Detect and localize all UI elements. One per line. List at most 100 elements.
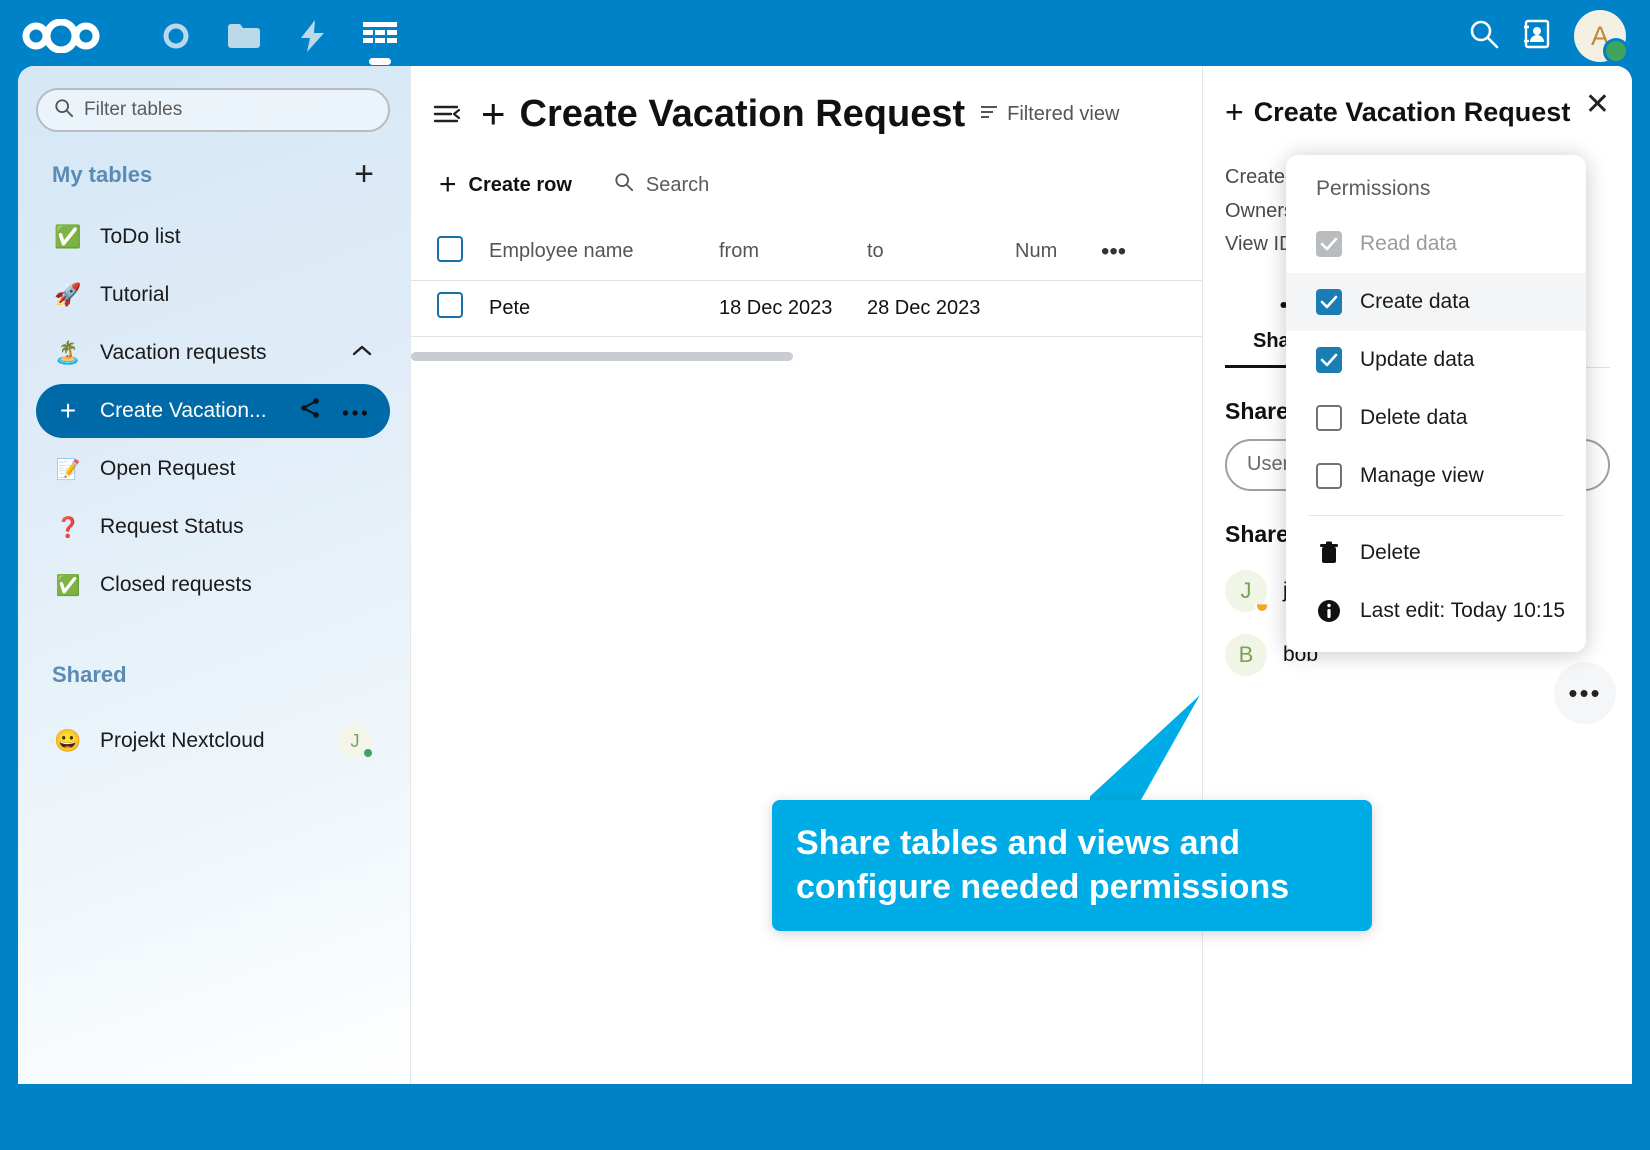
permission-manage-view[interactable]: Manage view — [1286, 447, 1586, 505]
checkbox-checked-icon[interactable] — [1316, 289, 1342, 315]
app-navigation — [142, 3, 414, 69]
details-title-text: Create Vacation Request — [1253, 97, 1571, 127]
data-table: Employee name from to Num ••• Pete 18 De… — [411, 224, 1202, 337]
status-online-dot — [1603, 38, 1629, 64]
permission-label: Read data — [1360, 232, 1457, 255]
sidebar-item-tutorial[interactable]: 🚀 Tutorial — [36, 268, 390, 322]
info-icon — [1316, 599, 1342, 623]
cell-from[interactable]: 18 Dec 2023 — [719, 280, 867, 336]
column-more-options[interactable]: ••• — [1101, 224, 1202, 280]
table-row[interactable]: Pete 18 Dec 2023 28 Dec 2023 — [411, 280, 1202, 336]
permission-label: Manage view — [1360, 464, 1484, 487]
checkbox-unchecked-icon[interactable] — [1316, 463, 1342, 489]
share-more-options-button[interactable]: ••• — [1554, 662, 1616, 724]
column-header-employee-name[interactable]: Employee name — [489, 224, 719, 280]
table-view: + Create Vacation Request Filtered view — [411, 66, 1202, 1084]
my-tables-label: My tables — [52, 162, 153, 187]
permissions-heading: Permissions — [1316, 177, 1431, 200]
column-header-num[interactable]: Num — [1015, 224, 1101, 280]
cell-num[interactable] — [1015, 280, 1101, 336]
search-label: Search — [645, 173, 710, 196]
plus-icon: + — [439, 168, 457, 201]
sidebar-item-create-vacation-request[interactable]: + Create Vacation... — [36, 384, 390, 438]
filter-tables-input[interactable] — [84, 99, 372, 121]
sidebar-item-open-request[interactable]: 📝 Open Request — [36, 442, 390, 496]
app-root: A My tables + ✅ — [0, 0, 1650, 1150]
sidebar-item-projekt-nextcloud[interactable]: 😀 Projekt Nextcloud J — [36, 714, 390, 768]
dashboard-icon[interactable] — [142, 3, 210, 69]
menu-item-last-edit: Last edit: Today 10:15 — [1286, 582, 1586, 640]
cell-employee-name[interactable]: Pete — [489, 280, 719, 336]
chevron-up-icon[interactable] — [352, 344, 372, 362]
nextcloud-logo[interactable] — [22, 19, 100, 53]
status-online-dot — [362, 747, 374, 759]
question-mark-emoji-icon: ❓ — [55, 516, 81, 539]
checkbox-checked-icon[interactable] — [1316, 347, 1342, 373]
filtered-view-badge[interactable]: Filtered view — [979, 103, 1119, 126]
top-bar: A — [0, 0, 1650, 72]
create-row-button[interactable]: + Create row — [439, 168, 572, 202]
activity-icon[interactable] — [278, 3, 346, 69]
callout-line-2: configure needed permissions — [796, 867, 1290, 906]
close-icon[interactable]: ✕ — [1585, 84, 1610, 120]
trash-icon — [1316, 541, 1342, 565]
sidebar-item-label: Closed requests — [100, 573, 252, 596]
permission-label: Update data — [1360, 348, 1475, 371]
menu-item-label: Delete — [1360, 541, 1421, 564]
view-header: + Create Vacation Request Filtered view — [411, 84, 1202, 138]
memo-emoji-icon: 📝 — [55, 458, 81, 481]
checkbox-unchecked-icon[interactable] — [1316, 405, 1342, 431]
plus-icon: + — [481, 90, 506, 137]
row-checkbox[interactable] — [437, 292, 463, 318]
avatar-initial: J — [350, 730, 360, 751]
permission-update-data[interactable]: Update data — [1286, 331, 1586, 389]
sidebar-item-label: Vacation requests — [100, 341, 267, 364]
share-icon[interactable] — [298, 396, 322, 426]
files-icon[interactable] — [210, 3, 278, 69]
shared-header: Shared — [36, 662, 390, 688]
checkbox-checked-disabled-icon — [1316, 231, 1342, 257]
plus-icon: + — [59, 395, 77, 426]
permission-delete-data[interactable]: Delete data — [1286, 389, 1586, 447]
status-away-icon — [1255, 604, 1269, 613]
avatar: B — [1225, 633, 1267, 676]
grinning-face-emoji-icon: 😀 — [54, 728, 82, 753]
search-button[interactable]: Search — [614, 172, 709, 198]
callout-line-1: Share tables and views and — [796, 824, 1241, 862]
permissions-menu: Permissions Read data Create data Update… — [1286, 155, 1586, 652]
sidebar-item-vacation-requests[interactable]: 🏝️ Vacation requests — [36, 326, 390, 380]
permission-label: Create data — [1360, 290, 1470, 313]
column-header-from[interactable]: from — [719, 224, 867, 280]
add-table-button[interactable]: + — [354, 157, 374, 191]
more-options-icon[interactable] — [342, 399, 368, 423]
menu-item-delete[interactable]: Delete — [1286, 524, 1586, 582]
column-header-to[interactable]: to — [867, 224, 1015, 280]
collapse-sidebar-icon[interactable] — [427, 103, 467, 125]
sidebar-item-label: Projekt Nextcloud — [100, 729, 265, 752]
search-icon[interactable] — [1468, 18, 1500, 55]
menu-divider — [1308, 515, 1564, 516]
permission-create-data[interactable]: Create data — [1286, 273, 1586, 331]
filter-tables-box[interactable] — [36, 88, 390, 132]
horizontal-scrollbar[interactable] — [411, 352, 793, 361]
contacts-icon[interactable] — [1522, 18, 1552, 55]
avatar-initial: J — [1240, 577, 1252, 603]
create-row-label: Create row — [468, 173, 572, 196]
filtered-view-label: Filtered view — [1007, 102, 1120, 125]
sidebar-item-label: ToDo list — [100, 225, 181, 248]
table-toolbar: + Create row Search — [411, 138, 1202, 202]
avatar: J — [1225, 569, 1269, 613]
sidebar-item-todo-list[interactable]: ✅ ToDo list — [36, 210, 390, 264]
callout-tooltip: Share tables and views and configure nee… — [772, 800, 1372, 932]
filter-icon — [979, 103, 999, 126]
details-title: + Create Vacation Request — [1225, 84, 1570, 131]
sidebar-item-label: Open Request — [100, 457, 236, 480]
plus-icon: + — [1225, 94, 1244, 130]
user-avatar[interactable]: A — [1574, 10, 1629, 64]
sidebar-item-closed-requests[interactable]: ✅ Closed requests — [36, 558, 390, 612]
check-mark-emoji-icon: ✅ — [55, 574, 81, 597]
select-all-checkbox[interactable] — [437, 236, 463, 263]
sidebar-item-request-status[interactable]: ❓ Request Status — [36, 500, 390, 554]
cell-to[interactable]: 28 Dec 2023 — [867, 280, 1015, 336]
tables-icon[interactable] — [346, 3, 414, 69]
